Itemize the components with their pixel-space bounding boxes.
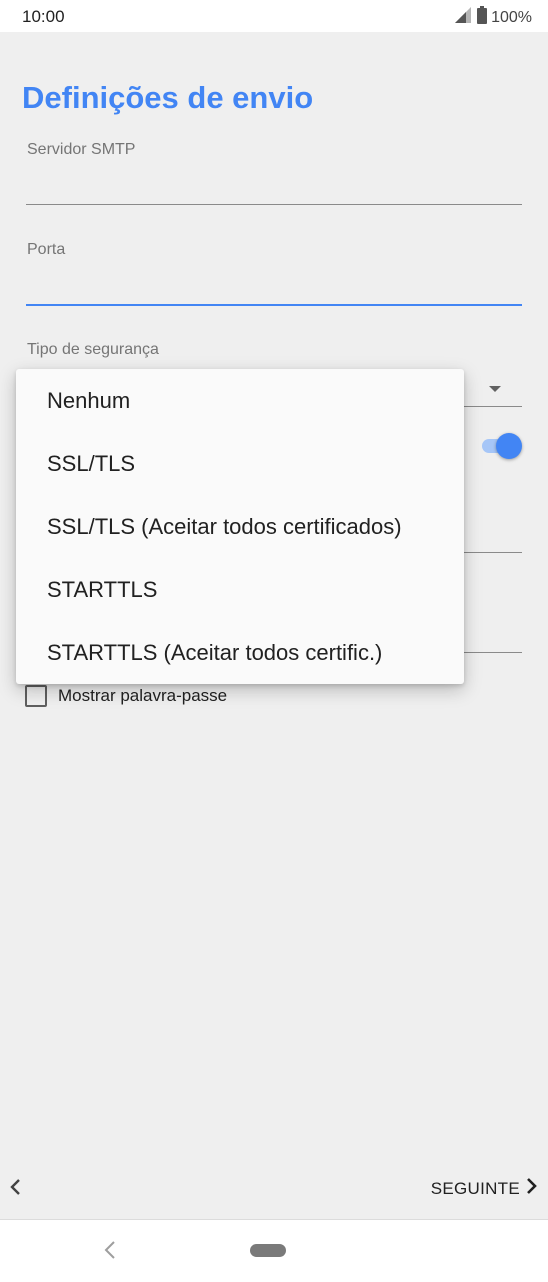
show-password-checkbox[interactable]: [25, 685, 47, 707]
smtp-server-label: Servidor SMTP: [27, 141, 136, 158]
show-password-label: Mostrar palavra-passe: [58, 686, 228, 705]
menu-item-ssl-tls[interactable]: SSL/TLS: [16, 432, 464, 495]
status-indicators: 100%: [455, 6, 532, 29]
chevron-right-icon: [526, 1177, 538, 1200]
bottom-navigation: SEGUINTE: [0, 1165, 548, 1211]
menu-item-starttls[interactable]: STARTTLS: [16, 558, 464, 621]
battery-icon: [477, 6, 488, 29]
security-type-label: Tipo de segurança: [27, 341, 159, 358]
status-time: 10:00: [22, 7, 65, 26]
page-title: Definições de envio: [22, 80, 314, 115]
smtp-server-input[interactable]: [26, 204, 522, 205]
next-button[interactable]: SEGUINTE: [431, 1177, 538, 1200]
menu-item-nenhum[interactable]: Nenhum: [16, 369, 464, 432]
menu-item-ssl-tls-accept-all[interactable]: SSL/TLS (Aceitar todos certificados): [16, 495, 464, 558]
dropdown-arrow-icon[interactable]: [488, 380, 502, 398]
back-chevron-icon[interactable]: [8, 1178, 22, 1201]
menu-item-starttls-accept-all[interactable]: STARTTLS (Aceitar todos certific.): [16, 621, 464, 684]
system-navigation-bar: [0, 1219, 548, 1282]
port-label: Porta: [27, 241, 66, 258]
next-button-label: SEGUINTE: [430, 1178, 520, 1198]
battery-percent: 100%: [491, 8, 532, 26]
port-input[interactable]: [26, 304, 522, 306]
toggle-thumb: [496, 433, 522, 459]
status-bar: 10:00 100%: [0, 0, 548, 32]
signal-icon: [455, 7, 473, 28]
system-home-pill[interactable]: [250, 1244, 286, 1257]
security-type-menu: Nenhum SSL/TLS SSL/TLS (Aceitar todos ce…: [16, 369, 464, 684]
show-password-row[interactable]: Mostrar palavra-passe: [25, 685, 227, 707]
system-back-icon[interactable]: [103, 1240, 117, 1265]
toggle-switch[interactable]: [480, 432, 524, 460]
